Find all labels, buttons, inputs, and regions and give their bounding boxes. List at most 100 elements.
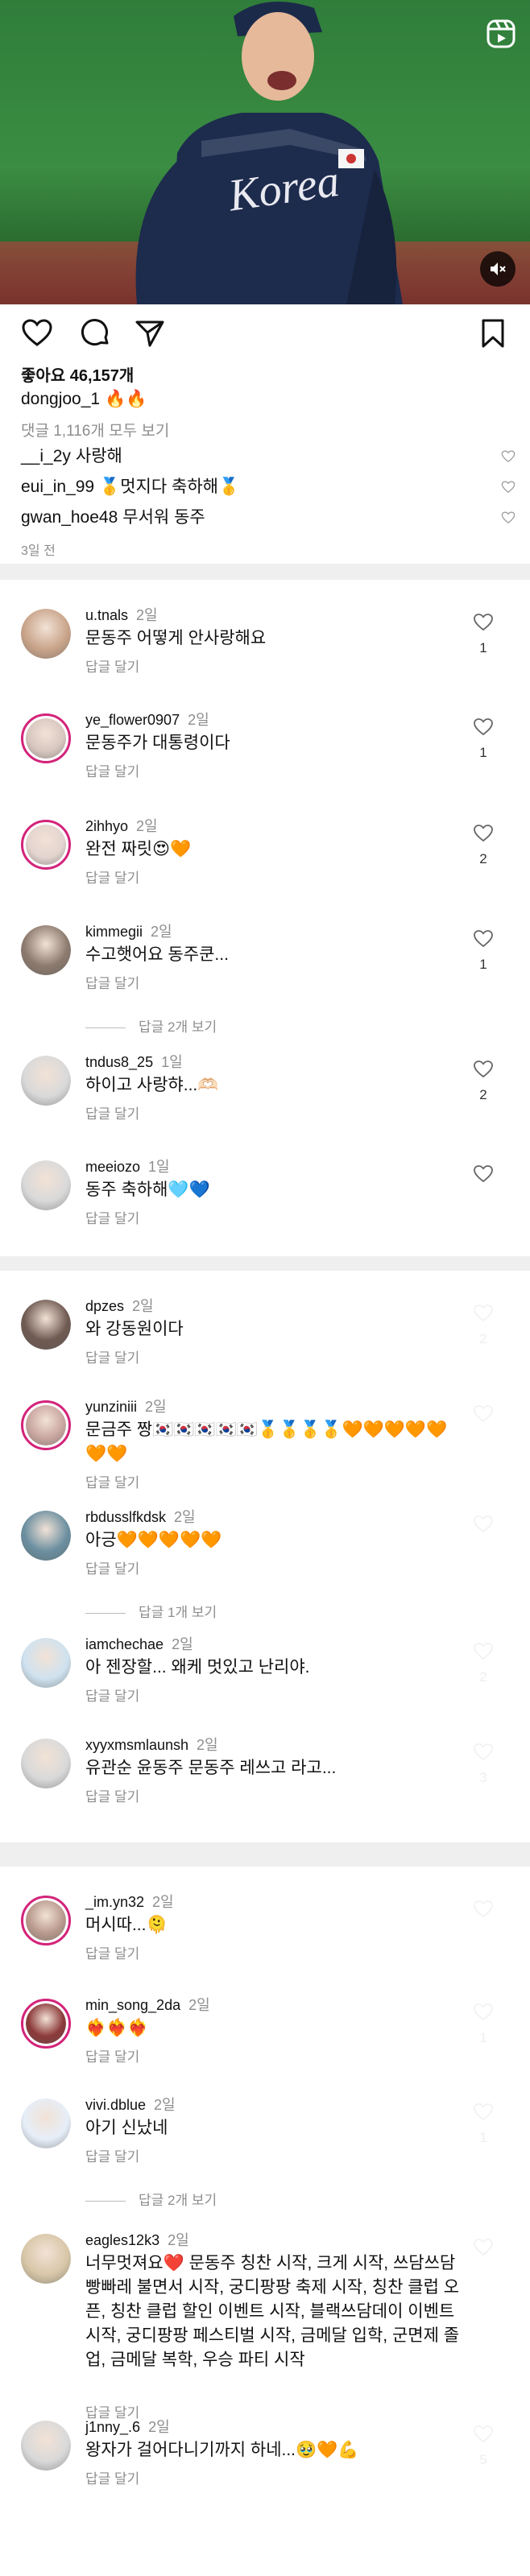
comment-username[interactable]: min_song_2da (85, 1997, 180, 2013)
comment-username[interactable]: kimmegii (85, 924, 143, 940)
reply-button[interactable]: 답글 달기 (85, 866, 139, 887)
divider-line (85, 1613, 126, 1615)
comment-bubble-icon[interactable] (79, 317, 111, 349)
comment-like-heart-icon[interactable] (473, 1742, 494, 1763)
reply-button[interactable]: 답글 달기 (85, 1685, 139, 1705)
avatar[interactable] (21, 1300, 71, 1350)
comment-like-heart-icon[interactable] (473, 1164, 494, 1185)
comment-username[interactable]: yunziniii (85, 1399, 137, 1415)
comment-like-heart-icon[interactable] (473, 2237, 494, 2258)
comment-like-heart-icon[interactable] (473, 2102, 494, 2123)
avatar[interactable] (21, 2421, 71, 2471)
reels-icon[interactable] (485, 18, 517, 50)
comment-thread-card: _im.yn32 2일 머시따...🫠 답글 달기 min_song_2da 2일 ❤️‍🔥… (0, 1867, 530, 2576)
share-send-icon[interactable] (134, 317, 166, 349)
comment-header: 2ihhyo 2일 (85, 815, 158, 836)
reply-button[interactable]: 답글 달기 (85, 760, 139, 780)
comment-header: _im.yn32 2일 (85, 1891, 174, 1912)
caption-username[interactable]: dongjoo_1 (21, 390, 100, 408)
comment-text: ❤️‍🔥❤️‍🔥❤️‍🔥 (85, 2019, 149, 2037)
reply-button[interactable]: 답글 달기 (85, 972, 139, 992)
reply-button[interactable]: 답글 달기 (85, 2145, 139, 2165)
comment-username[interactable]: iamchechae (85, 1636, 164, 1652)
mute-button[interactable] (480, 251, 516, 287)
preview-comment-like-icon[interactable] (501, 511, 516, 525)
comment-username[interactable]: eagles12k3 (85, 2232, 159, 2248)
reply-button[interactable]: 답글 달기 (85, 1102, 139, 1123)
comment-username[interactable]: meeiozo (85, 1159, 140, 1175)
comment-like-count: 2 (479, 1331, 487, 1346)
comment-like-heart-icon[interactable] (473, 2424, 494, 2445)
avatar[interactable] (21, 1160, 71, 1210)
comment-like (471, 1899, 495, 1927)
comment-username[interactable]: xyyxmsmlaunsh (85, 1737, 188, 1753)
comment-age: 2일 (151, 924, 172, 940)
avatar[interactable] (21, 1511, 71, 1561)
avatar[interactable] (21, 713, 71, 763)
comment-like-count: 2 (479, 1087, 487, 1102)
comment-like: 1 (471, 2102, 495, 2146)
reel-video[interactable]: Korea (0, 0, 530, 304)
reply-button[interactable]: 답글 달기 (85, 1942, 139, 1962)
comment-like-heart-icon[interactable] (473, 1404, 494, 1424)
comment-like-heart-icon[interactable] (473, 1899, 494, 1920)
avatar[interactable] (21, 1739, 71, 1788)
reply-button[interactable]: 답글 달기 (85, 1557, 139, 1577)
avatar[interactable] (21, 820, 71, 870)
comment-username[interactable]: dpzes (85, 1298, 124, 1314)
comment-username[interactable]: rbdusslfkdsk (85, 1509, 166, 1525)
comment-username[interactable]: ye_flower0907 (85, 712, 180, 728)
preview-comment-username[interactable]: gwan_hoe48 (21, 508, 118, 527)
comment-username[interactable]: j1nny_.6 (85, 2419, 140, 2435)
reply-button[interactable]: 답글 달기 (85, 1471, 139, 1491)
avatar[interactable] (21, 1638, 71, 1688)
preview-comment-like-icon[interactable] (501, 449, 516, 464)
comment-like-heart-icon[interactable] (473, 823, 494, 844)
comment-like-heart-icon[interactable] (473, 1641, 494, 1662)
reply-button[interactable]: 답글 달기 (85, 1207, 139, 1227)
reply-button[interactable]: 답글 달기 (85, 2467, 139, 2487)
like-count[interactable]: 좋아요 46,157개 (21, 362, 134, 386)
comment-age: 2일 (172, 1636, 193, 1652)
comment-like-heart-icon[interactable] (473, 2002, 494, 2023)
avatar[interactable] (21, 925, 71, 975)
view-replies-link[interactable]: 답글 2개 보기 (85, 2189, 217, 2209)
comment-age: 2일 (152, 1894, 174, 1910)
reply-button[interactable]: 답글 달기 (85, 1346, 139, 1367)
avatar[interactable] (21, 1400, 71, 1450)
comment-like: 1 (471, 928, 495, 973)
comment-text: 문금주 짱🇰🇷🇰🇷🇰🇷🇰🇷🇰🇷🥇🥇🥇🥇🧡🧡🧡🧡🧡🧡🧡 (85, 1420, 448, 1463)
comment-username[interactable]: 2ihhyo (85, 818, 128, 834)
bookmark-icon[interactable] (477, 317, 509, 349)
view-replies-link[interactable]: 답글 1개 보기 (85, 1601, 217, 1621)
reply-button[interactable]: 답글 달기 (85, 655, 139, 676)
avatar[interactable] (21, 1999, 71, 2049)
avatar[interactable] (21, 2098, 71, 2148)
comment-like-heart-icon[interactable] (473, 1303, 494, 1324)
comment-like-heart-icon[interactable] (473, 717, 494, 738)
comment-username[interactable]: tndus8_25 (85, 1054, 153, 1070)
preview-comment-username[interactable]: __i_2y (21, 447, 71, 465)
comment-username[interactable]: _im.yn32 (85, 1894, 144, 1910)
avatar[interactable] (21, 1896, 71, 1945)
reply-button[interactable]: 답글 달기 (85, 1785, 139, 1805)
comment-thread-card: u.tnals 2일 문동주 어떻게 안사랑해요 답글 달기 1 ye_flower090… (0, 580, 530, 1256)
comment-like-heart-icon[interactable] (473, 1059, 494, 1080)
comment-username[interactable]: vivi.dblue (85, 2097, 146, 2113)
like-heart-icon[interactable] (21, 317, 53, 349)
reply-button[interactable]: 답글 달기 (85, 2045, 139, 2065)
avatar[interactable] (21, 2234, 71, 2284)
comment-like-heart-icon[interactable] (473, 1514, 494, 1535)
view-all-comments-link[interactable]: 댓글 1,116개 모두 보기 (21, 419, 169, 440)
avatar[interactable] (21, 1056, 71, 1106)
comment-text: 유관순 윤동주 문동주 레쓰고 라고... (85, 1759, 337, 1777)
preview-comment-like-icon[interactable] (501, 480, 516, 494)
comment-username[interactable]: u.tnals (85, 607, 128, 623)
comment-text: 문동주가 대통령이다 (85, 734, 230, 752)
comment-like-heart-icon[interactable] (473, 928, 494, 949)
avatar[interactable] (21, 609, 71, 659)
comment-header: j1nny_.6 2일 (85, 2416, 170, 2437)
comment-like-heart-icon[interactable] (473, 612, 494, 633)
view-replies-link[interactable]: 답글 2개 보기 (85, 1015, 217, 1036)
preview-comment-username[interactable]: eui_in_99 (21, 478, 94, 496)
